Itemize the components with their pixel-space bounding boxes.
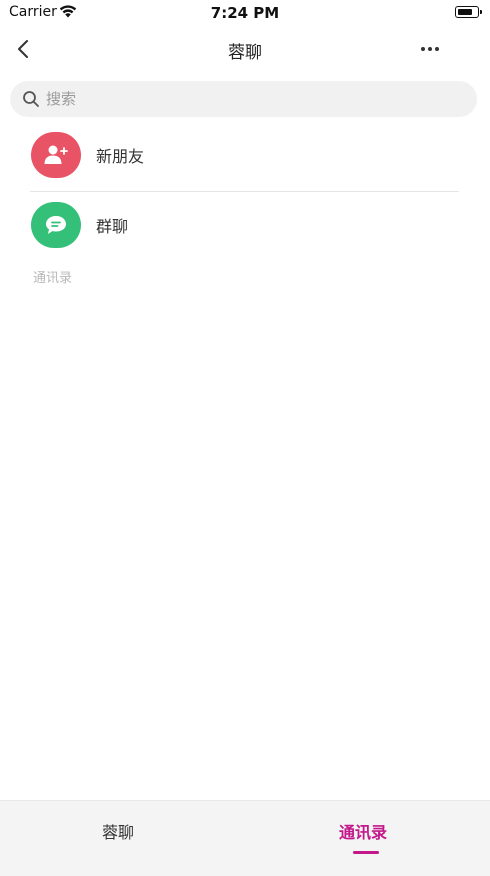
search-icon	[23, 91, 39, 107]
add-user-icon	[44, 145, 68, 164]
avatar-new-friends	[31, 132, 81, 178]
tab-chat[interactable]: 蓉聊	[102, 819, 134, 843]
ellipsis-icon	[428, 47, 432, 51]
status-time: 7:24 PM	[210, 4, 280, 22]
ellipsis-icon	[421, 47, 425, 51]
avatar-group-chat	[31, 202, 81, 248]
list-item-label: 群聊	[96, 217, 129, 236]
status-bar: Carrier 7:24 PM	[0, 0, 490, 26]
search-input[interactable]	[46, 90, 446, 108]
list-item-label: 新朋友	[96, 147, 145, 166]
list-item-new-friends[interactable]: 新朋友	[0, 125, 490, 185]
search-bar[interactable]	[10, 81, 477, 117]
more-button[interactable]	[415, 34, 445, 64]
tab-contacts[interactable]: 通讯录	[339, 819, 387, 843]
list-item-group-chat[interactable]: 群聊	[0, 195, 490, 255]
ellipsis-icon	[435, 47, 439, 51]
tab-bar: 蓉聊 通讯录	[0, 800, 490, 876]
section-label-contacts: 通讯录	[33, 271, 73, 286]
nav-bar: 蓉聊	[0, 26, 490, 72]
divider	[30, 191, 459, 192]
battery-level	[457, 8, 472, 15]
battery-icon	[455, 6, 482, 18]
chat-bubble-icon	[46, 216, 66, 234]
active-tab-indicator	[353, 851, 379, 854]
